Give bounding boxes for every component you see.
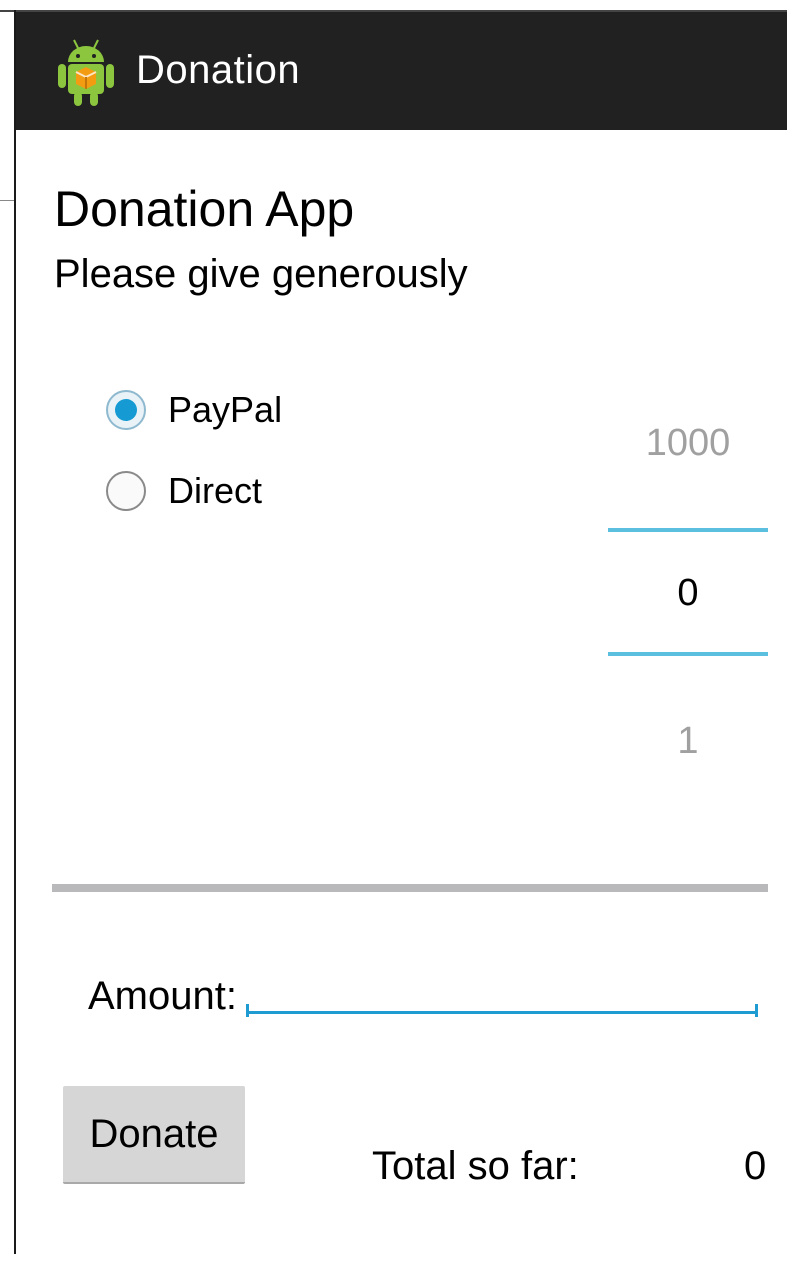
amount-field[interactable] <box>246 980 758 1014</box>
amount-field-right-edge <box>755 1004 758 1017</box>
number-picker-next[interactable]: 1 <box>608 720 768 763</box>
android-icon <box>58 39 114 106</box>
radio-label-paypal: PayPal <box>168 389 283 430</box>
window-edge-marker <box>0 200 14 201</box>
total-value: 0 <box>744 1144 767 1188</box>
number-picker-current[interactable]: 0 <box>608 572 768 615</box>
number-picker-divider-top <box>608 528 768 532</box>
radio-label-direct: Direct <box>168 470 263 511</box>
action-bar-title: Donation <box>136 48 301 92</box>
radio-button-checked[interactable] <box>106 390 146 430</box>
action-bar: Donation <box>16 12 787 130</box>
radio-button-unchecked[interactable] <box>106 471 146 511</box>
page-title: Donation App <box>54 181 355 237</box>
donation-progress-bar <box>52 884 768 892</box>
amount-label: Amount: <box>88 974 237 1018</box>
number-picker-previous[interactable]: 1000 <box>608 422 768 465</box>
radio-paypal[interactable]: PayPal <box>106 389 282 431</box>
total-label: Total so far: <box>372 1144 579 1188</box>
donate-button[interactable]: Donate <box>63 1086 245 1184</box>
window-left-border <box>14 10 16 1254</box>
number-picker-divider-bottom <box>608 652 768 656</box>
radio-direct[interactable]: Direct <box>106 470 262 512</box>
page-subtitle: Please give generously <box>54 252 468 296</box>
amount-field-left-edge <box>246 1004 249 1017</box>
